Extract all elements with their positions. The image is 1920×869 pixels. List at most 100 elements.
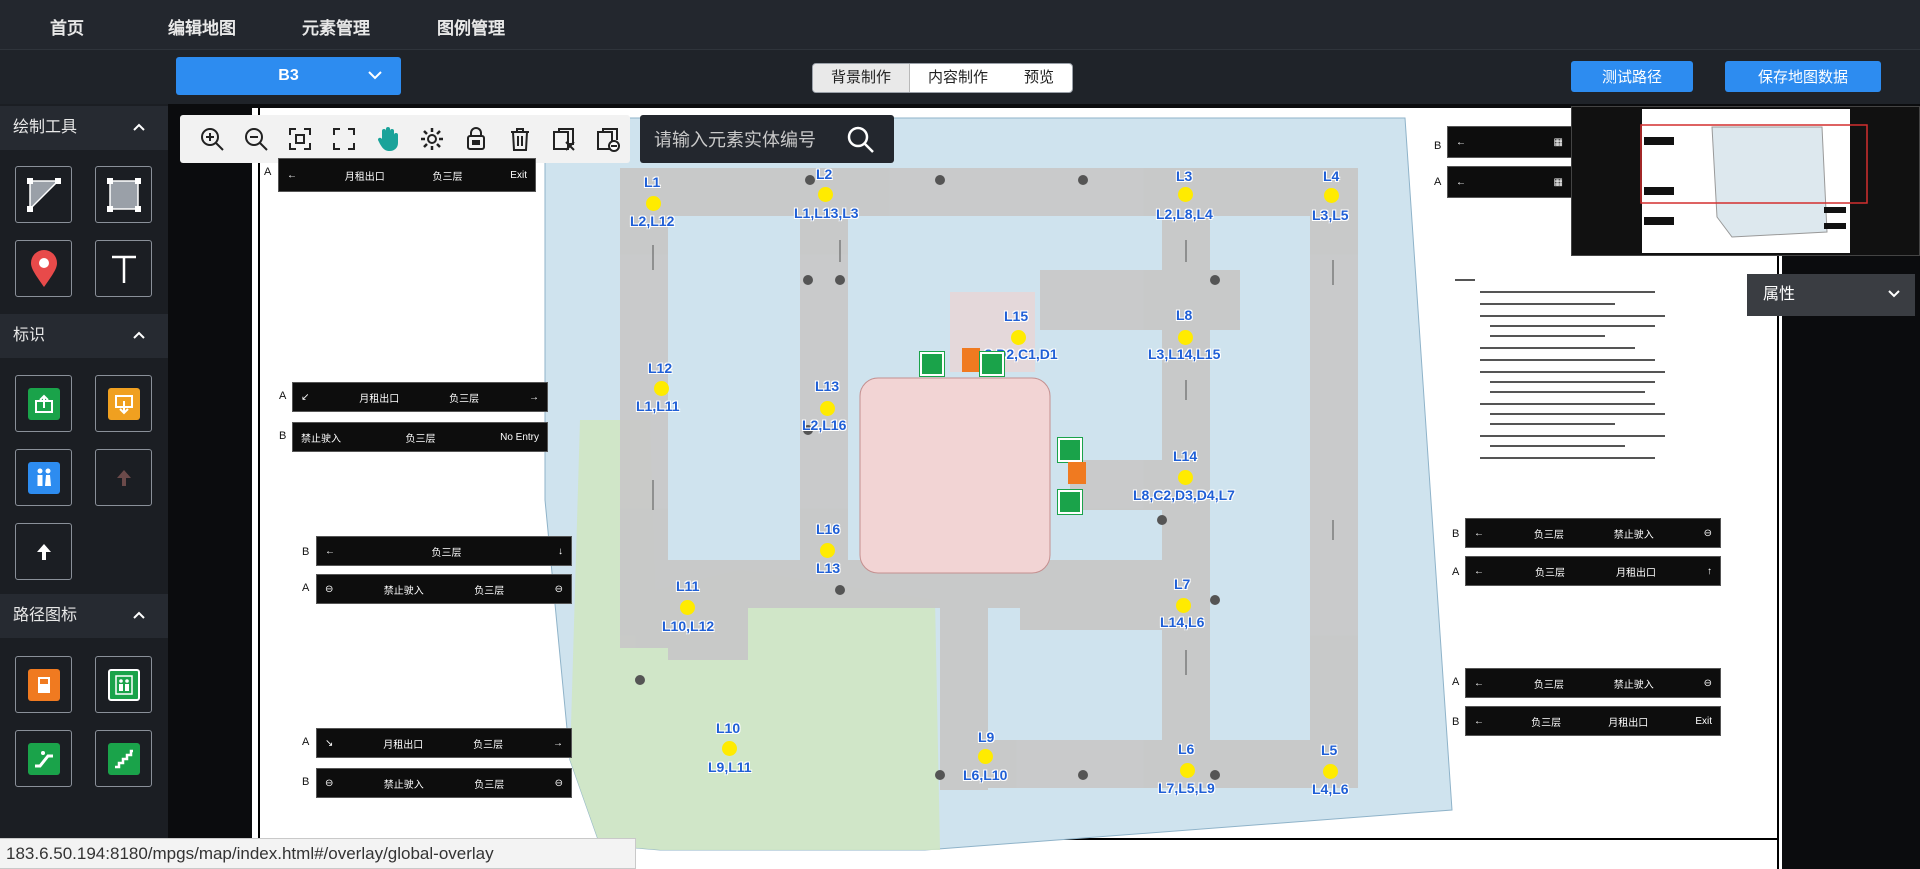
settings-button[interactable] bbox=[410, 119, 454, 159]
properties-panel-header[interactable]: 属性 bbox=[1747, 274, 1915, 316]
route-node-neighbors: L9,L11 bbox=[708, 759, 752, 775]
route-node-neighbors: L2,L8,L4 bbox=[1156, 206, 1213, 222]
lock-icon bbox=[467, 127, 485, 150]
clear-layer-button[interactable] bbox=[586, 119, 630, 159]
status-url: 183.6.50.194:8180/mpgs/map/index.html#/o… bbox=[0, 838, 636, 869]
route-node-id: L15 bbox=[1004, 308, 1029, 324]
no-entry-icon: ⊖ bbox=[1703, 527, 1712, 539]
route-node-neighbors: L2,L12 bbox=[630, 213, 675, 229]
route-node-neighbors: L4,L6 bbox=[1312, 781, 1349, 797]
route-node[interactable] bbox=[1178, 470, 1193, 485]
right-sign: ← ▦ bbox=[1447, 166, 1572, 198]
delete-button[interactable] bbox=[498, 119, 542, 159]
properties-title: 属性 bbox=[1763, 286, 1796, 303]
floor-sign-text: 负三层 bbox=[1531, 717, 1562, 729]
no-entry-text: 禁止驶入 bbox=[301, 433, 341, 445]
elevator-marker[interactable] bbox=[919, 351, 945, 377]
no-entry-sign: 禁止驶入 负三层 No Entry bbox=[292, 422, 548, 452]
sign-label: B bbox=[1434, 140, 1442, 152]
floor-sign-text: 负三层 bbox=[405, 433, 436, 445]
route-node[interactable] bbox=[1324, 188, 1339, 203]
route-node-neighbors: L2,L16 bbox=[802, 417, 847, 433]
chevron-down-icon bbox=[1888, 290, 1900, 298]
route-node[interactable] bbox=[1180, 763, 1195, 778]
no-entry-text: 禁止驶入 bbox=[383, 779, 424, 791]
route-node[interactable] bbox=[1178, 187, 1193, 202]
route-node[interactable] bbox=[1178, 330, 1193, 345]
route-node[interactable] bbox=[818, 187, 833, 202]
route-node[interactable] bbox=[978, 749, 993, 764]
route-node[interactable] bbox=[646, 196, 661, 211]
floor-sign-text: 负三层 bbox=[473, 739, 504, 751]
exit-sign-en: Exit bbox=[510, 169, 527, 181]
floor-sign-text: 负三层 bbox=[449, 393, 480, 405]
no-entry-icon: ⊖ bbox=[554, 777, 563, 789]
no-entry-icon: ⊖ bbox=[1703, 677, 1712, 689]
minimap[interactable] bbox=[1571, 106, 1920, 256]
route-node[interactable] bbox=[1011, 330, 1026, 345]
trash-icon bbox=[511, 128, 529, 151]
route-node-id: L8 bbox=[1176, 307, 1193, 323]
route-node[interactable] bbox=[654, 381, 669, 396]
minimap-preview bbox=[1640, 109, 1868, 253]
fit-view-button[interactable] bbox=[278, 119, 322, 159]
search-input[interactable] bbox=[654, 127, 834, 153]
no-entry-text: 禁止驶入 bbox=[1613, 679, 1654, 691]
elevator-marker[interactable] bbox=[1057, 437, 1083, 463]
lock-button[interactable] bbox=[454, 119, 498, 159]
right-sign: ← 负三层 月租出口 ↑ bbox=[1465, 556, 1721, 586]
door-marker[interactable] bbox=[962, 348, 980, 372]
sign-label: A bbox=[279, 390, 287, 402]
route-node-neighbors: L1,L11 bbox=[636, 398, 680, 414]
floor-sign-text: 负三层 bbox=[1533, 679, 1564, 691]
sign-label: A bbox=[302, 736, 310, 748]
search-button[interactable] bbox=[832, 119, 888, 159]
arrow-left-icon: ← bbox=[325, 545, 335, 557]
zoom-out-button[interactable] bbox=[234, 119, 278, 159]
route-node[interactable] bbox=[820, 543, 835, 558]
arrow-left-icon: ← bbox=[1456, 136, 1466, 148]
route-node-id: L14 bbox=[1173, 448, 1198, 464]
no-entry-icon: ⊖ bbox=[554, 583, 563, 595]
arrow-right-icon: → bbox=[528, 391, 539, 403]
route-node[interactable] bbox=[1176, 598, 1191, 613]
exit-sign-text: 月租出口 bbox=[359, 393, 400, 405]
sign-label: B bbox=[302, 546, 310, 558]
copy-delete-button[interactable] bbox=[542, 119, 586, 159]
route-node-neighbors: L10,L12 bbox=[662, 618, 715, 634]
route-node-neighbors: L14,L6 bbox=[1160, 614, 1205, 630]
exit-sign-text: 月租出口 bbox=[1616, 567, 1656, 579]
map-toolbar bbox=[180, 115, 630, 163]
elevator-marker[interactable] bbox=[979, 351, 1005, 377]
route-node-id: L4 bbox=[1323, 168, 1340, 184]
arrow-left-icon: ← bbox=[1474, 677, 1484, 689]
route-node-id: L2 bbox=[816, 166, 833, 182]
sign-label: B bbox=[1452, 716, 1460, 728]
floor-sign-text: 负三层 bbox=[432, 171, 463, 183]
hand-icon bbox=[377, 127, 398, 151]
route-node[interactable] bbox=[680, 600, 695, 615]
zoom-in-button[interactable] bbox=[190, 119, 234, 159]
right-sign: ← 负三层 禁止驶入 ⊖ bbox=[1465, 668, 1721, 698]
route-node-id: L9 bbox=[978, 729, 995, 745]
pan-button[interactable] bbox=[366, 119, 410, 159]
route-node[interactable] bbox=[820, 401, 835, 416]
layer-clear-icon bbox=[597, 128, 620, 152]
door-marker[interactable] bbox=[1068, 462, 1086, 484]
route-node[interactable] bbox=[722, 741, 737, 756]
sign-label: A bbox=[1452, 676, 1460, 688]
route-node[interactable] bbox=[1323, 764, 1338, 779]
sign-label: A bbox=[264, 166, 272, 178]
no-entry-icon: ⊖ bbox=[325, 777, 334, 789]
drawing-notes bbox=[1455, 279, 1665, 459]
elevator-marker[interactable] bbox=[1057, 489, 1083, 515]
route-node-id: L10 bbox=[716, 720, 741, 736]
sign-label: B bbox=[1452, 528, 1460, 540]
fullscreen-button[interactable] bbox=[322, 119, 366, 159]
floor-sign-text: 负三层 bbox=[1533, 529, 1564, 541]
no-entry-sign: ⊖ 禁止驶入 负三层 ⊖ bbox=[316, 574, 572, 604]
no-entry-en: No Entry bbox=[500, 431, 539, 443]
exit-sign-text: 月租出口 bbox=[1608, 717, 1649, 729]
fullscreen-icon bbox=[333, 128, 355, 150]
floor-sign-text: 负三层 bbox=[474, 779, 505, 791]
